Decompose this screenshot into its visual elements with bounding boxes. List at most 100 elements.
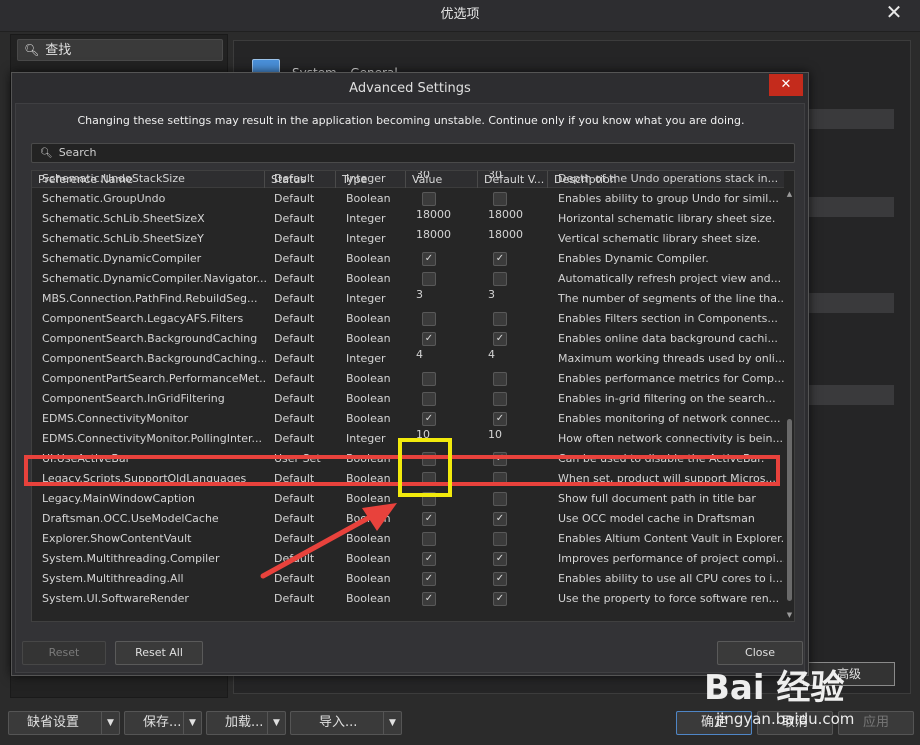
preference-description: How often network connectivity is bein..…: [558, 432, 783, 445]
value-checkbox[interactable]: [422, 272, 436, 286]
preferences-close-icon[interactable]: ✕: [882, 0, 906, 26]
preference-description: Enables monitoring of network connec...: [558, 412, 781, 425]
value-checkbox[interactable]: [422, 192, 436, 206]
default-value-checkbox[interactable]: ✓: [493, 412, 507, 426]
import-button[interactable]: 导入... ▼: [290, 711, 402, 735]
scrollbar-thumb[interactable]: [787, 419, 792, 601]
preference-type: Boolean: [346, 312, 391, 325]
default-value-checkbox[interactable]: [493, 312, 507, 326]
chevron-down-icon[interactable]: ▼: [183, 712, 201, 734]
value-checkbox[interactable]: ✓: [422, 552, 436, 566]
reset-all-button[interactable]: Reset All: [115, 641, 203, 665]
default-value-checkbox[interactable]: [493, 492, 507, 506]
preference-status: Default: [274, 272, 315, 285]
defaults-button[interactable]: 缺省设置 ▼: [8, 711, 120, 735]
apply-button[interactable]: 应用: [838, 711, 914, 735]
settings-grid: Preference Name Status Type Value Defaul…: [31, 170, 795, 622]
chevron-down-icon[interactable]: ▼: [267, 712, 285, 734]
chevron-down-icon[interactable]: ▼: [383, 712, 401, 734]
value-checkbox[interactable]: [422, 532, 436, 546]
warning-message: Changing these settings may result in th…: [77, 114, 745, 127]
table-row[interactable]: ComponentPartSearch.PerformanceMet... Def…: [32, 369, 784, 389]
default-value-checkbox[interactable]: [493, 192, 507, 206]
value-checkbox[interactable]: ✓: [422, 332, 436, 346]
table-row[interactable]: Schematic.DynamicCompiler.Navigator.... D…: [32, 269, 784, 289]
preference-type: Boolean: [346, 252, 391, 265]
ok-button[interactable]: 确定: [676, 711, 752, 735]
import-button-label: 导入...: [319, 715, 358, 730]
table-row[interactable]: Schematic.SchLib.SheetSizeY Default Intege…: [32, 229, 784, 249]
scroll-up-icon[interactable]: ▲: [784, 189, 794, 200]
default-value-checkbox[interactable]: [493, 272, 507, 286]
default-value: 30: [488, 170, 502, 181]
default-value-checkbox[interactable]: [493, 472, 507, 486]
value-checkbox[interactable]: ✓: [422, 412, 436, 426]
default-value: 18000: [488, 229, 523, 241]
preferences-title-bar: 优选项 ✕: [0, 0, 920, 32]
table-row[interactable]: ComponentSearch.BackgroundCaching.... Def…: [32, 349, 784, 369]
default-value-checkbox[interactable]: ✓: [493, 512, 507, 526]
value: 3: [416, 289, 423, 301]
table-row[interactable]: EDMS.ConnectivityMonitor Default Boolean ✓ ✓…: [32, 409, 784, 429]
table-row[interactable]: System.Multithreading.All Default Boolean ✓…: [32, 569, 784, 589]
table-row[interactable]: UI.UseActiveBar User Set Boolean ✓ Can be us…: [32, 449, 784, 469]
cancel-button[interactable]: 取消: [757, 711, 833, 735]
preference-description: Improves performance of project compi...: [558, 552, 784, 565]
settings-search-input[interactable]: 🔍︎ Search: [31, 143, 795, 163]
value-checkbox[interactable]: [422, 492, 436, 506]
scroll-down-icon[interactable]: ▼: [784, 610, 794, 621]
dialog-close-icon[interactable]: ✕: [769, 74, 803, 96]
preference-type: Integer: [346, 292, 386, 305]
default-value-checkbox[interactable]: ✓: [493, 552, 507, 566]
value-checkbox[interactable]: ✓: [422, 512, 436, 526]
table-row[interactable]: Explorer.ShowContentVault Default Boolean E…: [32, 529, 784, 549]
table-row[interactable]: Schematic.UndoStackSize Default Integer 30 3…: [32, 170, 784, 189]
table-row[interactable]: MBS.Connection.PathFind.RebuildSeg... Def…: [32, 289, 784, 309]
close-button[interactable]: Close: [717, 641, 803, 665]
preference-description: Depth of the Undo operations stack in...: [558, 172, 779, 185]
default-value-checkbox[interactable]: ✓: [493, 572, 507, 586]
preference-type: Boolean: [346, 332, 391, 345]
preference-type: Boolean: [346, 412, 391, 425]
default-value-checkbox[interactable]: [493, 532, 507, 546]
table-row[interactable]: Schematic.GroupUndo Default Boolean Enables…: [32, 189, 784, 209]
value-checkbox[interactable]: ✓: [422, 592, 436, 606]
default-value-checkbox[interactable]: ✓: [493, 452, 507, 466]
value: 18000: [416, 209, 451, 221]
preferences-search-input[interactable]: 🔍︎ 查找: [17, 39, 223, 61]
preference-type: Boolean: [346, 592, 391, 605]
table-row[interactable]: System.Multithreading.Compiler Default Boo…: [32, 549, 784, 569]
chevron-down-icon[interactable]: ▼: [101, 712, 119, 734]
table-row[interactable]: ComponentSearch.InGridFiltering Default Bo…: [32, 389, 784, 409]
table-row[interactable]: System.UI.SoftwareRender Default Boolean ✓ ✓…: [32, 589, 784, 609]
preference-name: Schematic.GroupUndo: [42, 192, 166, 205]
default-value-checkbox[interactable]: ✓: [493, 332, 507, 346]
value-checkbox[interactable]: [422, 452, 436, 466]
table-row[interactable]: Legacy.Scripts.SupportOldLanguages Defaul…: [32, 469, 784, 489]
default-value-checkbox[interactable]: ✓: [493, 592, 507, 606]
preferences-search-label: 查找: [45, 43, 72, 58]
table-row[interactable]: ComponentSearch.BackgroundCaching Default…: [32, 329, 784, 349]
reset-button[interactable]: Reset: [22, 641, 106, 665]
table-row[interactable]: Legacy.MainWindowCaption Default Boolean Sh…: [32, 489, 784, 509]
default-value-checkbox[interactable]: ✓: [493, 252, 507, 266]
table-row[interactable]: Schematic.SchLib.SheetSizeX Default Intege…: [32, 209, 784, 229]
save-button[interactable]: 保存... ▼: [124, 711, 202, 735]
load-button[interactable]: 加载... ▼: [206, 711, 286, 735]
preference-type: Integer: [346, 172, 386, 185]
advanced-button[interactable]: 高级: [803, 662, 895, 686]
value-checkbox[interactable]: ✓: [422, 572, 436, 586]
table-row[interactable]: ComponentSearch.LegacyAFS.Filters Default…: [32, 309, 784, 329]
value-checkbox[interactable]: [422, 472, 436, 486]
value-checkbox[interactable]: [422, 312, 436, 326]
value-checkbox[interactable]: [422, 372, 436, 386]
default-value-checkbox[interactable]: [493, 372, 507, 386]
table-row[interactable]: EDMS.ConnectivityMonitor.PollingInter...…: [32, 429, 784, 449]
vertical-scrollbar[interactable]: ▲ ▼: [784, 189, 794, 621]
table-row[interactable]: Schematic.DynamicCompiler Default Boolean ✓…: [32, 249, 784, 269]
preference-type: Integer: [346, 352, 386, 365]
value-checkbox[interactable]: [422, 392, 436, 406]
default-value-checkbox[interactable]: [493, 392, 507, 406]
value-checkbox[interactable]: ✓: [422, 252, 436, 266]
table-row[interactable]: Draftsman.OCC.UseModelCache Default Boolea…: [32, 509, 784, 529]
